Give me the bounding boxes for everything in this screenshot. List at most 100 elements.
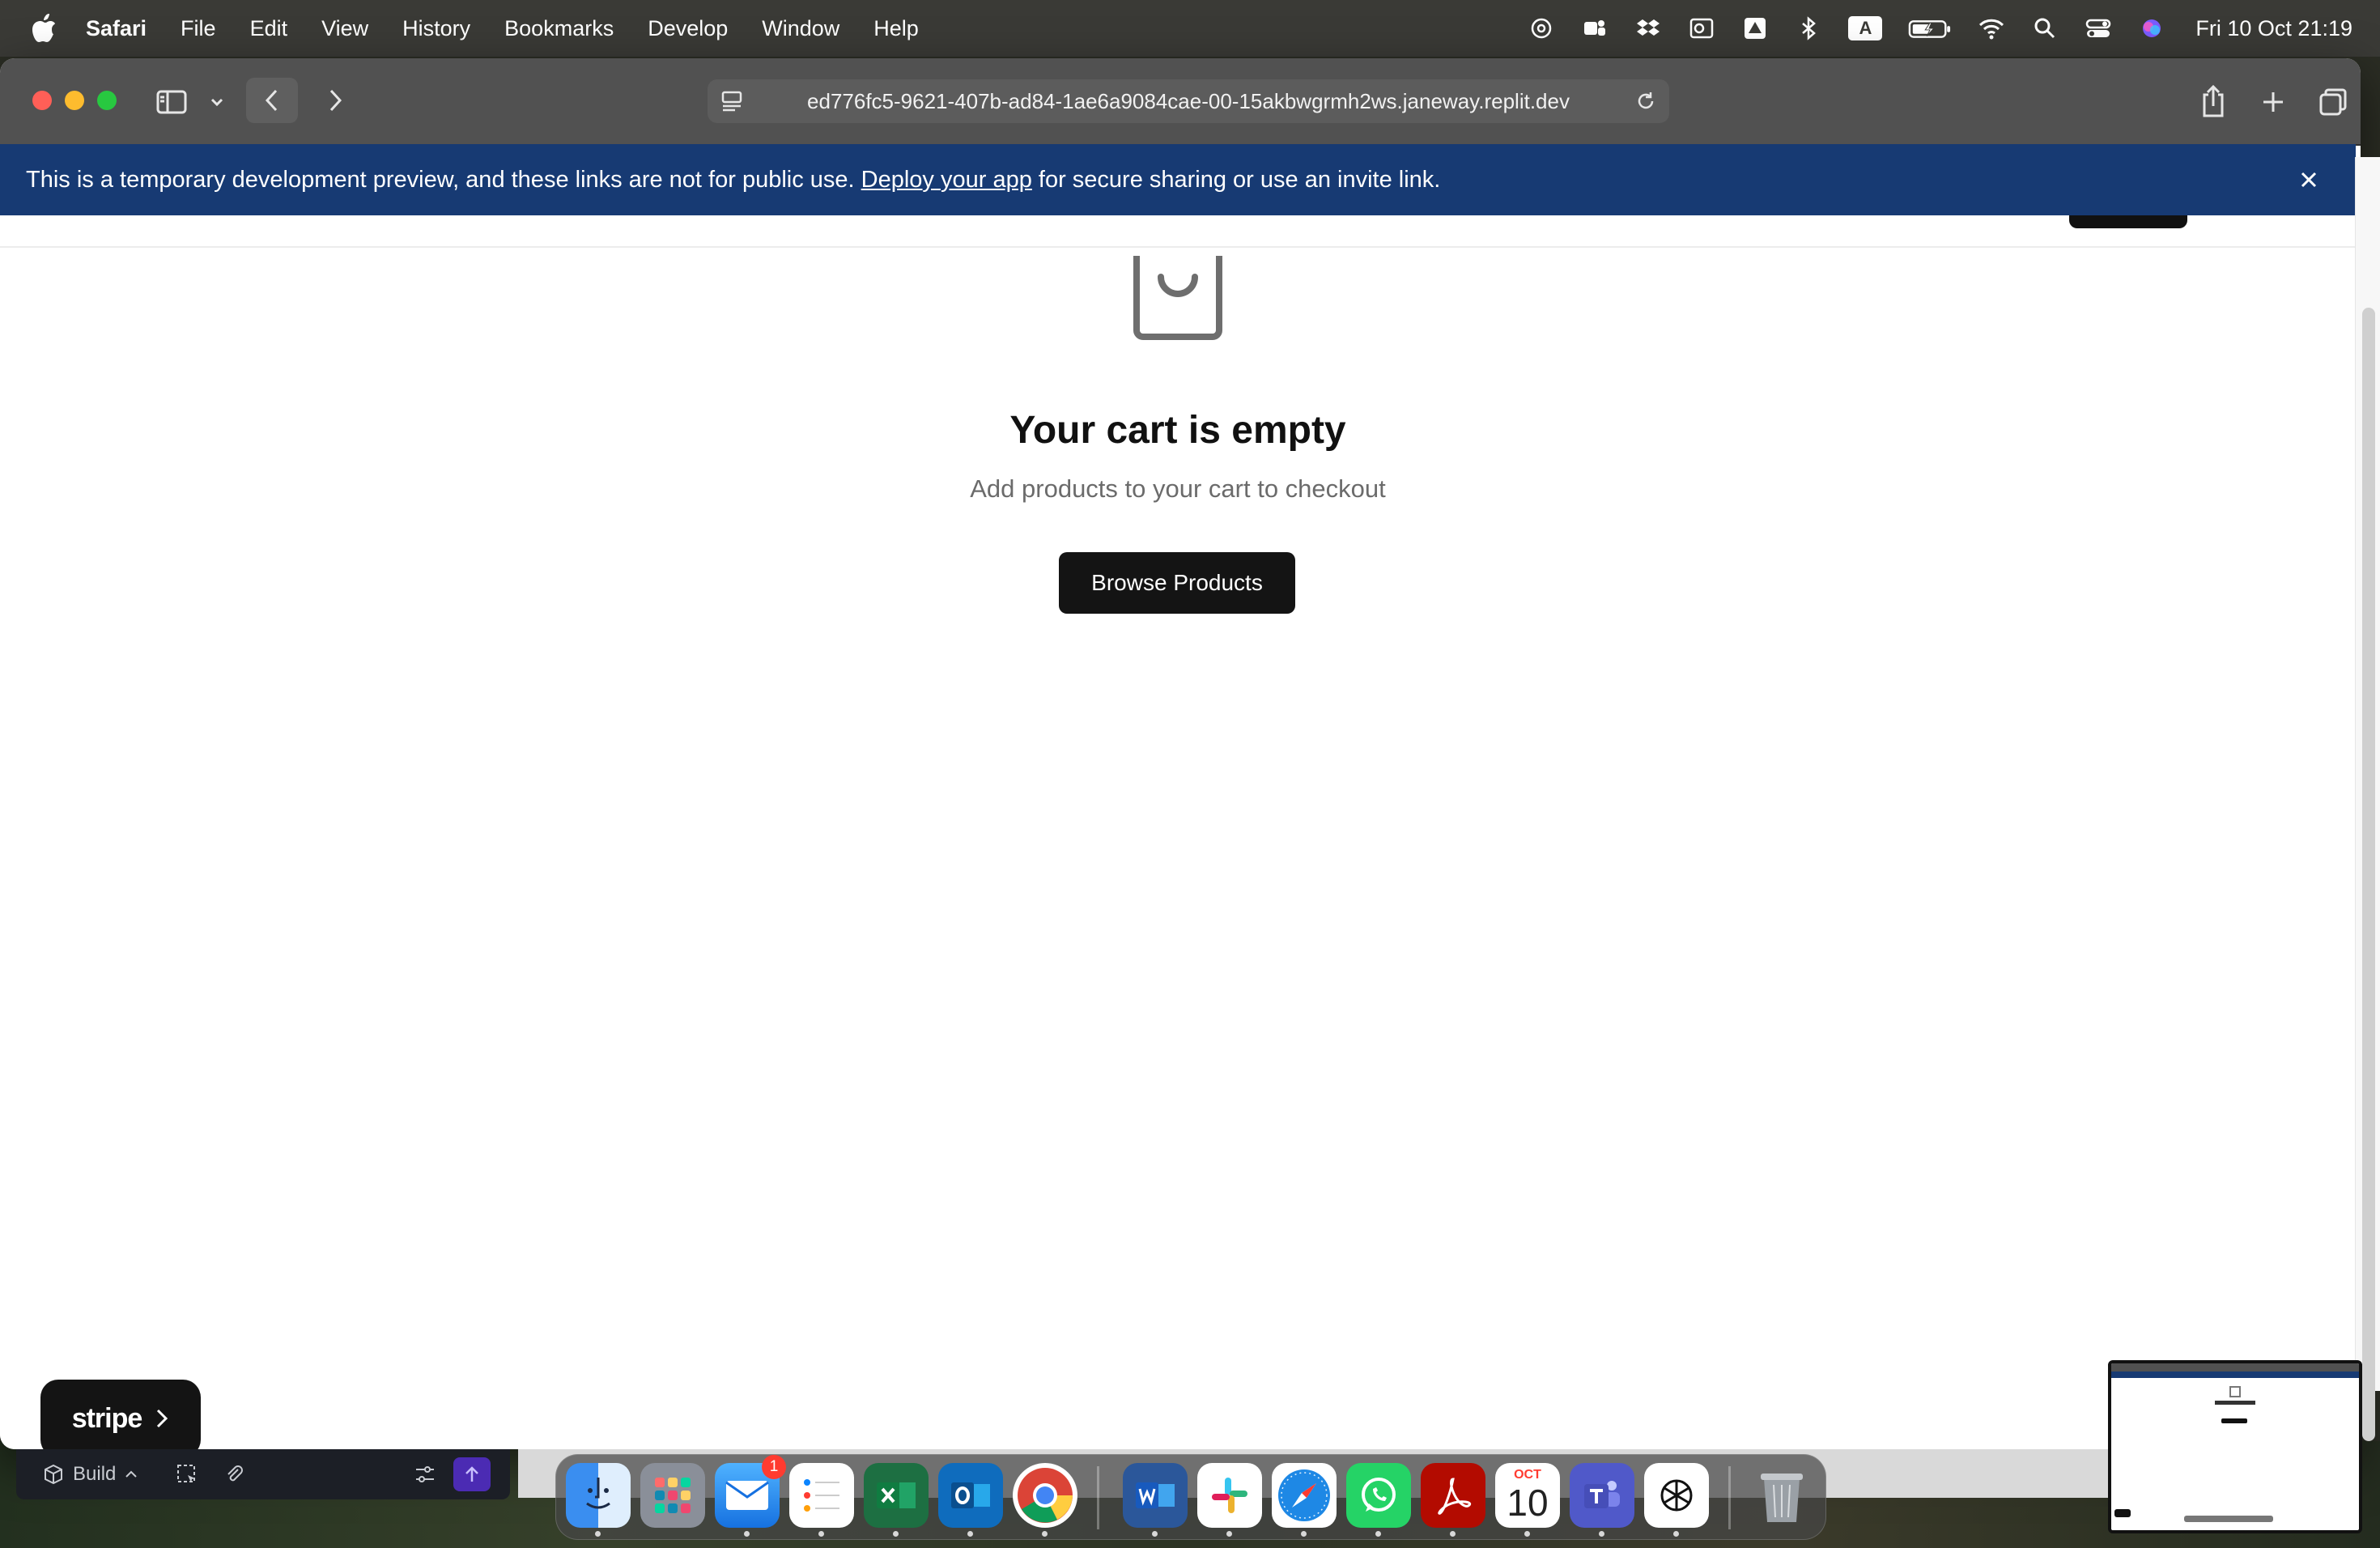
- url-text[interactable]: ed776fc5-9621-407b-ad84-1ae6a9084cae-00-…: [807, 89, 1570, 114]
- select-element-icon[interactable]: [175, 1462, 199, 1492]
- thumbnail-title: [2215, 1401, 2255, 1405]
- dock: 1 OCT 10: [555, 1454, 1826, 1540]
- chatgpt-icon[interactable]: [1644, 1463, 1709, 1528]
- safari-window: ed776fc5-9621-407b-ad84-1ae6a9084cae-00-…: [0, 58, 2361, 1449]
- dropbox-status-icon[interactable]: [1634, 14, 1663, 43]
- menu-develop[interactable]: Develop: [648, 16, 728, 41]
- dock-running-indicator: [1152, 1531, 1158, 1537]
- menu-window[interactable]: Window: [762, 16, 839, 41]
- outlook-icon[interactable]: [938, 1463, 1003, 1528]
- input-source-icon[interactable]: A: [1847, 14, 1883, 43]
- siri-icon[interactable]: [2137, 14, 2166, 43]
- spotlight-search-icon[interactable]: [2030, 14, 2059, 43]
- word-icon[interactable]: [1123, 1463, 1188, 1528]
- menu-view[interactable]: View: [321, 16, 368, 41]
- dock-running-indicator: [1673, 1531, 1679, 1537]
- settings-sliders-icon[interactable]: [413, 1462, 437, 1492]
- finder-icon[interactable]: [566, 1463, 631, 1528]
- tab-overview-icon[interactable]: [2314, 83, 2352, 121]
- thumbnail-toolbar: [2111, 1363, 2359, 1372]
- menu-bar-clock[interactable]: Fri 10 Oct 21:19: [2195, 16, 2352, 41]
- drive-status-icon[interactable]: [1740, 14, 1770, 43]
- dock-separator: [1097, 1466, 1099, 1529]
- menu-edit[interactable]: Edit: [250, 16, 288, 41]
- page-content: Your cart is empty Add products to your …: [0, 215, 2356, 1449]
- teams-icon[interactable]: [1570, 1463, 1634, 1528]
- arrow-up-icon: [465, 1466, 478, 1482]
- apple-menu-icon[interactable]: [31, 13, 58, 44]
- deploy-app-link[interactable]: Deploy your app: [861, 167, 1032, 193]
- outlook-status-icon[interactable]: [1687, 14, 1716, 43]
- slack-icon[interactable]: [1197, 1463, 1262, 1528]
- back-button[interactable]: [246, 78, 298, 123]
- chatgpt-status-icon[interactable]: [1527, 14, 1556, 43]
- build-mode-label: Build: [73, 1463, 117, 1485]
- dock-separator: [1728, 1466, 1731, 1529]
- chevron-left-icon: [265, 89, 278, 112]
- attach-paperclip-icon[interactable]: [222, 1462, 246, 1492]
- thumbnail-bag-icon: [2229, 1386, 2241, 1397]
- dock-running-indicator: [1450, 1531, 1456, 1537]
- dock-running-indicator: [1301, 1531, 1307, 1537]
- menu-file[interactable]: File: [181, 16, 216, 41]
- reminders-icon[interactable]: [789, 1463, 854, 1528]
- page-menu-icon[interactable]: [720, 89, 745, 119]
- dev-preview-banner: This is a temporary development preview,…: [0, 144, 2356, 215]
- menu-history[interactable]: History: [402, 16, 470, 41]
- screenshot-thumbnail[interactable]: [2108, 1360, 2362, 1533]
- excel-icon[interactable]: [864, 1463, 929, 1528]
- teams-status-icon[interactable]: [1580, 14, 1609, 43]
- page-scrollbar-thumb[interactable]: [2362, 308, 2375, 1441]
- reload-icon[interactable]: [1634, 89, 1658, 119]
- wifi-icon[interactable]: [1977, 14, 2006, 43]
- mail-icon[interactable]: 1: [715, 1455, 786, 1528]
- battery-icon[interactable]: [1907, 14, 1953, 43]
- chrome-icon[interactable]: [1013, 1463, 1077, 1528]
- mail-unread-badge: 1: [762, 1455, 786, 1479]
- bluetooth-icon[interactable]: [1794, 14, 1823, 43]
- thumbnail-banner: [2111, 1372, 2359, 1378]
- input-source-label: A: [1848, 16, 1883, 40]
- stripe-badge[interactable]: stripe: [40, 1380, 201, 1449]
- dock-running-indicator: [1524, 1531, 1530, 1537]
- chevron-right-icon: [157, 1409, 168, 1428]
- whatsapp-icon[interactable]: [1346, 1463, 1411, 1528]
- trash-icon[interactable]: [1749, 1463, 1814, 1528]
- browser-toolbar: ed776fc5-9621-407b-ad84-1ae6a9084cae-00-…: [0, 58, 2361, 146]
- launchpad-icon[interactable]: [640, 1463, 705, 1528]
- share-icon[interactable]: [2194, 79, 2233, 123]
- thumbnail-dock: [2184, 1516, 2273, 1522]
- close-window-button[interactable]: [32, 91, 52, 110]
- chevron-right-icon: [329, 89, 342, 112]
- empty-cart-subtitle: Add products to your cart to checkout: [970, 474, 1386, 503]
- menu-app-name[interactable]: Safari: [86, 16, 147, 41]
- banner-close-icon[interactable]: [2294, 165, 2323, 194]
- banner-text-after: for secure sharing or use an invite link…: [1031, 166, 1441, 193]
- stripe-logo-text: stripe: [71, 1402, 143, 1434]
- new-tab-plus-icon[interactable]: [2254, 83, 2293, 121]
- dock-running-indicator: [1042, 1531, 1048, 1537]
- send-button[interactable]: [453, 1457, 491, 1491]
- thumbnail-button: [2221, 1418, 2247, 1423]
- build-mode-selector[interactable]: Build: [42, 1463, 138, 1486]
- tab-group-chevron-down-icon[interactable]: [206, 91, 228, 113]
- minimize-window-button[interactable]: [65, 91, 84, 110]
- menu-help[interactable]: Help: [873, 16, 919, 41]
- menu-bar: Safari File Edit View History Bookmarks …: [0, 0, 2380, 57]
- dock-running-indicator: [967, 1531, 973, 1537]
- menu-bookmarks[interactable]: Bookmarks: [504, 16, 614, 41]
- zoom-window-button[interactable]: [97, 91, 117, 110]
- dock-running-indicator: [818, 1531, 824, 1537]
- acrobat-icon[interactable]: [1421, 1463, 1485, 1528]
- safari-icon[interactable]: [1272, 1463, 1337, 1528]
- address-bar[interactable]: ed776fc5-9621-407b-ad84-1ae6a9084cae-00-…: [708, 79, 1669, 123]
- replit-agent-bar: Build: [16, 1449, 510, 1499]
- forward-button[interactable]: [311, 78, 359, 123]
- sidebar-toggle-icon[interactable]: [154, 86, 189, 118]
- control-center-icon[interactable]: [2084, 14, 2113, 43]
- browse-products-button[interactable]: Browse Products: [1059, 552, 1295, 614]
- dock-running-indicator: [1599, 1531, 1604, 1537]
- calendar-icon[interactable]: OCT 10: [1495, 1463, 1560, 1528]
- dock-running-indicator: [1375, 1531, 1381, 1537]
- header-button[interactable]: [2069, 215, 2187, 228]
